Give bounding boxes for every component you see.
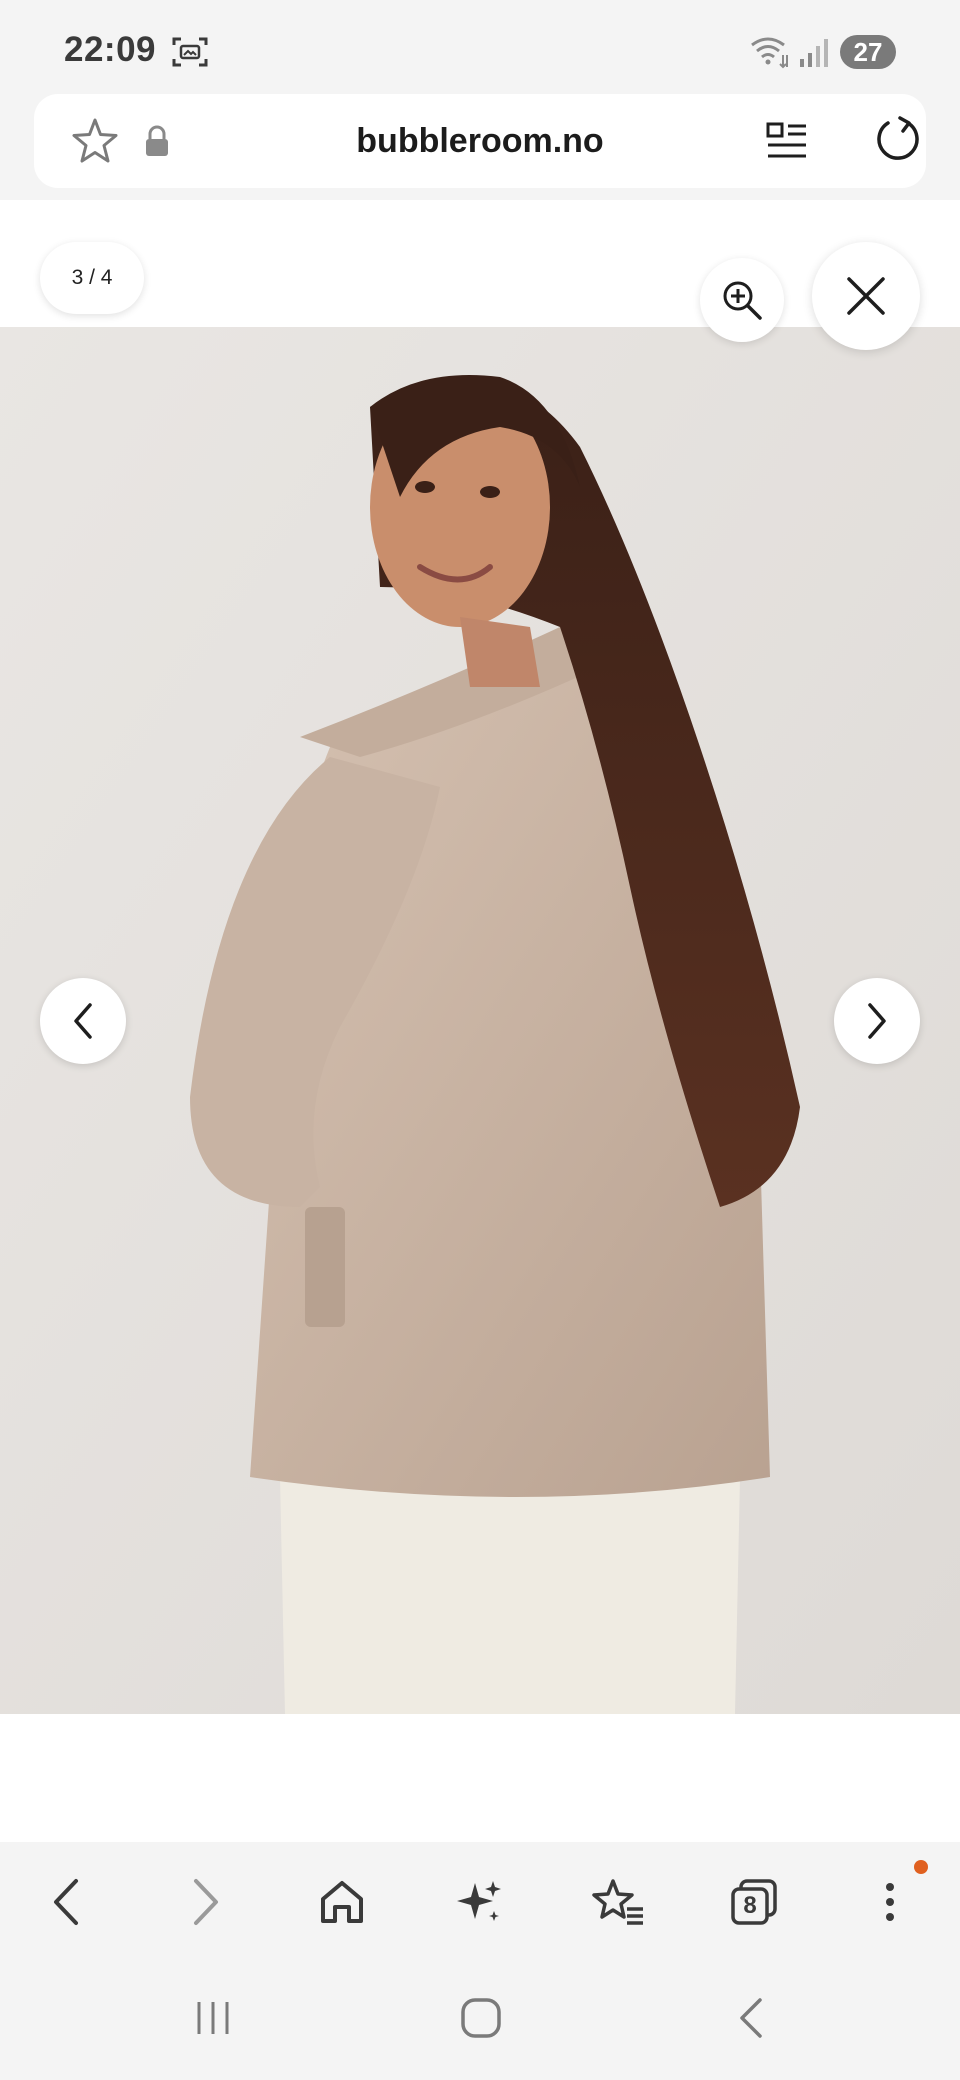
notification-dot	[914, 1860, 928, 1874]
tabs-button[interactable]: 8	[714, 1862, 794, 1942]
recents-button[interactable]	[178, 1988, 248, 2048]
screenshot-icon	[172, 37, 208, 67]
zoom-button[interactable]	[700, 258, 784, 342]
forward-button[interactable]	[166, 1862, 246, 1942]
more-icon	[886, 1883, 894, 1921]
product-photo-illustration	[0, 327, 960, 1714]
product-image[interactable]	[0, 327, 960, 1714]
status-bar: 22:09 27	[0, 0, 960, 94]
back-nav-button[interactable]	[716, 1988, 786, 2048]
previous-image-button[interactable]	[40, 978, 126, 1064]
status-indicators: 27	[750, 32, 896, 72]
next-image-button[interactable]	[834, 978, 920, 1064]
sparkle-icon	[457, 1881, 501, 1921]
battery-icon: 27	[840, 35, 896, 69]
home-button[interactable]	[302, 1862, 382, 1942]
browser-toolbar: 8	[0, 1842, 960, 1960]
home-button-icon	[461, 1998, 501, 2038]
bookmarks-icon	[592, 1879, 643, 1925]
more-button[interactable]	[850, 1862, 930, 1942]
close-icon	[847, 277, 885, 315]
chevron-right-icon	[868, 1003, 886, 1039]
reader-mode-icon[interactable]	[764, 118, 810, 164]
assistant-button[interactable]	[440, 1862, 520, 1942]
signal-icon	[800, 39, 828, 67]
back-button[interactable]	[26, 1862, 106, 1942]
system-navigation-bar	[0, 1960, 960, 2080]
recents-icon	[197, 2002, 229, 2034]
zoom-in-icon	[723, 281, 762, 320]
address-bar[interactable]: bubbleroom.no	[34, 94, 926, 188]
forward-icon	[194, 1879, 218, 1925]
home-nav-button[interactable]	[446, 1988, 516, 2048]
bookmarks-button[interactable]	[578, 1862, 658, 1942]
refresh-icon[interactable]	[872, 114, 924, 166]
image-counter: 3 / 4	[40, 242, 144, 314]
home-icon	[321, 1881, 363, 1923]
wifi-icon	[751, 37, 788, 69]
back-button-icon	[740, 1998, 762, 2038]
status-time: 22:09	[64, 30, 157, 69]
tab-count: 8	[743, 1892, 757, 1919]
back-icon	[54, 1879, 78, 1925]
chevron-left-icon	[74, 1003, 92, 1039]
close-button[interactable]	[812, 242, 920, 350]
product-gallery-overlay: 3 / 4	[0, 200, 960, 1842]
